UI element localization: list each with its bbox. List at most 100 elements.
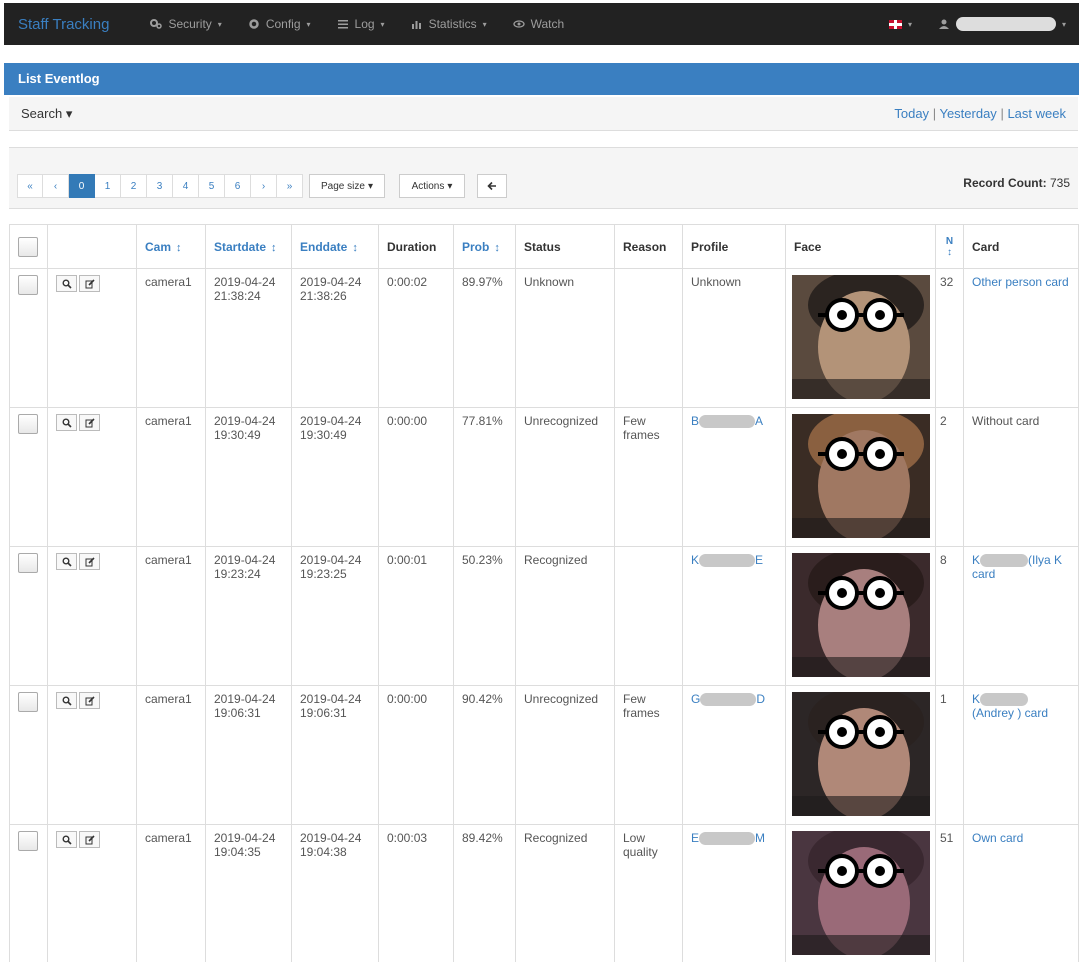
- first-page-button[interactable]: «: [17, 174, 43, 198]
- nav-log-menu[interactable]: Log ▾: [324, 17, 398, 31]
- cam-header[interactable]: Cam ↕: [136, 224, 206, 269]
- face-thumbnail[interactable]: [792, 414, 930, 538]
- language-menu[interactable]: ▾: [876, 19, 925, 29]
- cam-cell: camera1: [136, 407, 206, 547]
- search-icon: [62, 279, 72, 289]
- row-checkbox[interactable]: [18, 692, 38, 712]
- face-thumbnail[interactable]: [792, 692, 930, 816]
- profile-link[interactable]: G: [691, 692, 700, 706]
- search-icon: [62, 835, 72, 845]
- today-link[interactable]: Today: [894, 106, 929, 121]
- profile-link[interactable]: A: [755, 414, 763, 428]
- duration-cell: 0:00:02: [378, 268, 454, 408]
- prev-page-button[interactable]: ‹: [43, 174, 69, 198]
- nav-watch-label: Watch: [530, 17, 565, 31]
- page-size-button[interactable]: Page size ▾: [309, 174, 385, 198]
- view-button[interactable]: [56, 692, 77, 709]
- user-menu[interactable]: ▾: [925, 17, 1079, 31]
- profile-link[interactable]: M: [755, 831, 765, 845]
- actions-button[interactable]: Actions ▾: [399, 174, 465, 198]
- n-header[interactable]: N ↕: [935, 224, 964, 269]
- edit-button[interactable]: [79, 692, 100, 709]
- table-row: camera1 2019-04-24 19:06:31 2019-04-24 1…: [9, 685, 1079, 825]
- edit-button[interactable]: [79, 414, 100, 431]
- card-link[interactable]: K: [972, 692, 980, 706]
- edit-icon: [85, 834, 95, 844]
- enddate-header[interactable]: Enddate ↕: [291, 224, 379, 269]
- reason-cell: Few frames: [614, 685, 683, 825]
- face-thumbnail[interactable]: [792, 831, 930, 955]
- uk-flag-icon: [888, 19, 902, 29]
- profile-link[interactable]: D: [756, 692, 765, 706]
- table-row: camera1 2019-04-24 19:23:24 2019-04-24 1…: [9, 546, 1079, 686]
- page-6-button[interactable]: 6: [225, 174, 251, 198]
- page-0-button[interactable]: 0: [69, 174, 95, 198]
- profile-link[interactable]: K: [691, 553, 699, 567]
- card-link[interactable]: K: [972, 553, 980, 567]
- last-week-link[interactable]: Last week: [1007, 106, 1066, 121]
- search-toggle[interactable]: Search ▾: [21, 106, 72, 122]
- card-link[interactable]: Own card: [972, 831, 1023, 845]
- last-page-button[interactable]: »: [277, 174, 303, 198]
- search-icon: [62, 696, 72, 706]
- duration-cell: 0:00:00: [378, 685, 454, 825]
- back-button[interactable]: [477, 174, 507, 198]
- edit-button[interactable]: [79, 553, 100, 570]
- table-row: camera1 2019-04-24 19:30:49 2019-04-24 1…: [9, 407, 1079, 547]
- status-cell: Recognized: [515, 546, 615, 686]
- row-actions-cell: [47, 546, 137, 686]
- card-link[interactable]: (Andrey ) card: [972, 706, 1048, 720]
- next-page-button[interactable]: ›: [251, 174, 277, 198]
- status-cell: Unrecognized: [515, 685, 615, 825]
- profile-cell: KE: [682, 546, 786, 686]
- face-thumbnail[interactable]: [792, 553, 930, 677]
- page-3-button[interactable]: 3: [147, 174, 173, 198]
- startdate-cell: 2019-04-24 21:38:24: [205, 268, 292, 408]
- startdate-header[interactable]: Startdate ↕: [205, 224, 292, 269]
- nav-watch-menu[interactable]: Watch: [500, 17, 578, 31]
- reason-cell: Few frames: [614, 407, 683, 547]
- row-actions-cell: [47, 685, 137, 825]
- pagination: « ‹ 0 1 2 3 4 5 6 › »: [17, 174, 303, 198]
- status-cell: Unrecognized: [515, 407, 615, 547]
- page-5-button[interactable]: 5: [199, 174, 225, 198]
- page-4-button[interactable]: 4: [173, 174, 199, 198]
- top-navbar: Staff Tracking Security ▾ Config ▾ Log ▾ St…: [4, 3, 1079, 45]
- profile-link[interactable]: B: [691, 414, 699, 428]
- card-cell: K (Ilya K card: [963, 546, 1079, 686]
- search-icon: [62, 557, 72, 567]
- view-button[interactable]: [56, 275, 77, 292]
- startdate-cell: 2019-04-24 19:23:24: [205, 546, 292, 686]
- separator: |: [1000, 106, 1004, 121]
- startdate-cell: 2019-04-24 19:04:35: [205, 824, 292, 962]
- edit-button[interactable]: [79, 275, 100, 292]
- gears-icon: [150, 19, 163, 29]
- yesterday-link[interactable]: Yesterday: [939, 106, 996, 121]
- row-checkbox[interactable]: [18, 275, 38, 295]
- profile-link[interactable]: E: [755, 553, 763, 567]
- page-1-button[interactable]: 1: [95, 174, 121, 198]
- view-button[interactable]: [56, 553, 77, 570]
- row-checkbox[interactable]: [18, 553, 38, 573]
- profile-link[interactable]: E: [691, 831, 699, 845]
- face-thumbnail[interactable]: [792, 275, 930, 399]
- nav-statistics-menu[interactable]: Statistics ▾: [398, 17, 500, 31]
- view-button[interactable]: [56, 831, 77, 848]
- redacted-name: [699, 415, 756, 429]
- edit-button[interactable]: [79, 831, 100, 848]
- select-cell: [9, 268, 48, 408]
- page-2-button[interactable]: 2: [121, 174, 147, 198]
- nav-config-menu[interactable]: Config ▾: [235, 17, 324, 31]
- view-button[interactable]: [56, 414, 77, 431]
- card-link[interactable]: Other person card: [972, 275, 1069, 289]
- prob-cell: 77.81%: [453, 407, 516, 547]
- prob-header[interactable]: Prob ↕: [453, 224, 516, 269]
- brand-link[interactable]: Staff Tracking: [4, 16, 123, 33]
- nav-security-menu[interactable]: Security ▾: [137, 17, 234, 31]
- row-checkbox[interactable]: [18, 414, 38, 434]
- select-all-checkbox[interactable]: [18, 236, 38, 257]
- row-checkbox[interactable]: [18, 831, 38, 851]
- reason-cell: [614, 546, 683, 686]
- profile-cell: EM: [682, 824, 786, 962]
- reason-cell: [614, 268, 683, 408]
